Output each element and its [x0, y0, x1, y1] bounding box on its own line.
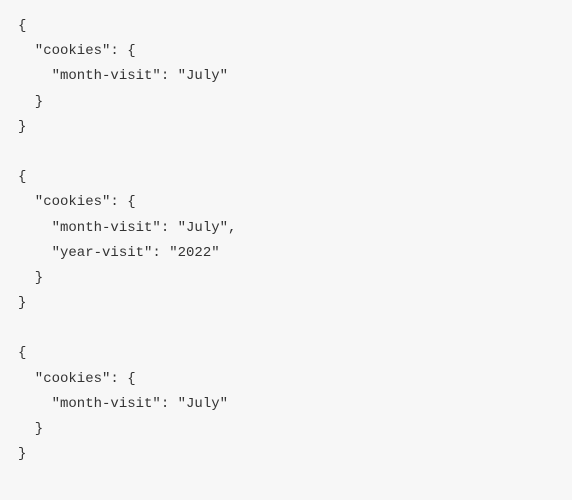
code-line: } [18, 270, 43, 286]
code-line: } [18, 446, 26, 462]
code-block-3: { "cookies": { "month-visit": "July" } } [18, 345, 228, 462]
code-line: "cookies": { [18, 371, 136, 387]
code-block-2: { "cookies": { "month-visit": "July", "y… [18, 169, 236, 311]
code-snippet: { "cookies": { "month-visit": "July" } }… [18, 14, 554, 467]
code-line: } [18, 119, 26, 135]
code-line: } [18, 421, 43, 437]
code-line: "cookies": { [18, 194, 136, 210]
code-line: "cookies": { [18, 43, 136, 59]
code-line: "year-visit": "2022" [18, 245, 220, 261]
code-line: } [18, 295, 26, 311]
code-block-1: { "cookies": { "month-visit": "July" } } [18, 18, 228, 135]
code-line: { [18, 18, 26, 34]
code-line: "month-visit": "July" [18, 396, 228, 412]
code-line: "month-visit": "July" [18, 68, 228, 84]
code-line: { [18, 345, 26, 361]
code-line: } [18, 94, 43, 110]
code-line: "month-visit": "July", [18, 220, 236, 236]
code-line: { [18, 169, 26, 185]
